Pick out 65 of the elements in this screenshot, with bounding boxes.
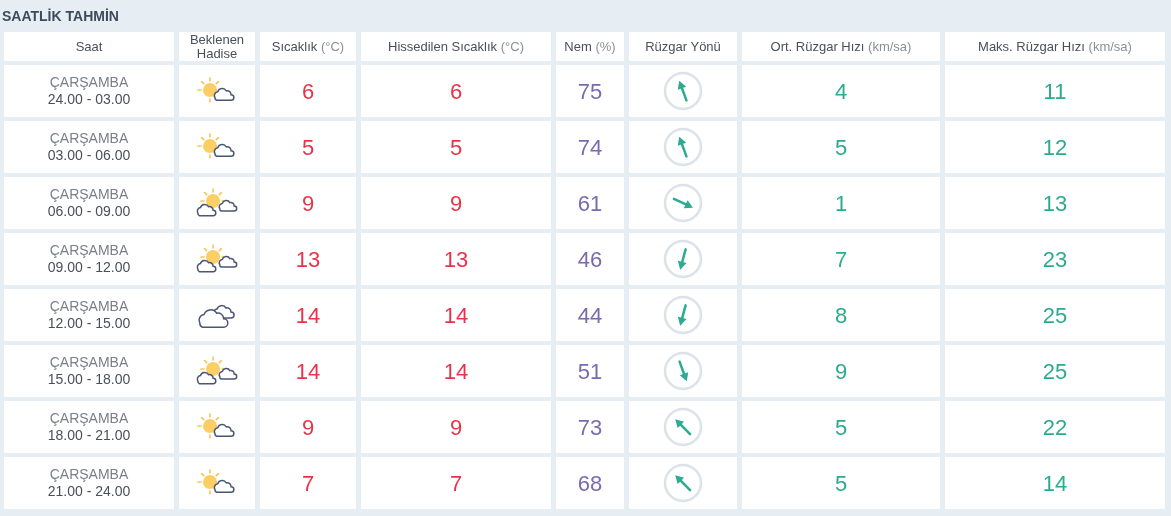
day-label: ÇARŞAMBA — [49, 186, 129, 203]
max-wind-speed-value: 14 — [1042, 469, 1068, 498]
humidity-value: 44 — [577, 301, 603, 330]
column-header: Maks. Rüzgar Hızı (km/sa) — [945, 32, 1165, 61]
wind-speed-value: 9 — [834, 357, 848, 386]
time-range: 09.00 - 12.00 — [47, 259, 131, 276]
day-label: ÇARŞAMBA — [49, 74, 129, 91]
humidity-value: 73 — [577, 413, 603, 442]
max-wind-speed-value: 12 — [1042, 133, 1068, 162]
temperature-value: 14 — [295, 301, 321, 330]
temperature-value: 9 — [301, 413, 315, 442]
day-label: ÇARŞAMBA — [49, 242, 129, 259]
max-wind-speed-value: 25 — [1042, 357, 1068, 386]
time-range: 18.00 - 21.00 — [47, 427, 131, 444]
time-range: 03.00 - 06.00 — [47, 147, 131, 164]
time-range: 06.00 - 09.00 — [47, 203, 131, 220]
temperature-value: 9 — [301, 189, 315, 218]
time-range: 15.00 - 18.00 — [47, 371, 131, 388]
wind-speed-value: 5 — [834, 469, 848, 498]
time-range: 21.00 - 24.00 — [47, 483, 131, 500]
column-header: Saat — [4, 32, 174, 61]
temperature-value: 6 — [301, 77, 315, 106]
humidity-value: 75 — [577, 77, 603, 106]
feels-like-value: 7 — [449, 469, 463, 498]
humidity-value: 68 — [577, 469, 603, 498]
humidity-value: 46 — [577, 245, 603, 274]
wind-speed-value: 4 — [834, 77, 848, 106]
feels-like-value: 14 — [443, 301, 469, 330]
max-wind-speed-value: 25 — [1042, 301, 1068, 330]
column-header: Hissedilen Sıcaklık (°C) — [361, 32, 551, 61]
humidity-value: 74 — [577, 133, 603, 162]
max-wind-speed-value: 22 — [1042, 413, 1068, 442]
temperature-value: 7 — [301, 469, 315, 498]
humidity-value: 51 — [577, 357, 603, 386]
humidity-value: 61 — [577, 189, 603, 218]
feels-like-value: 13 — [443, 245, 469, 274]
temperature-value: 5 — [301, 133, 315, 162]
column-header: Rüzgar Yönü — [629, 32, 737, 61]
temperature-value: 13 — [295, 245, 321, 274]
wind-speed-value: 8 — [834, 301, 848, 330]
max-wind-speed-value: 13 — [1042, 189, 1068, 218]
max-wind-speed-value: 11 — [1043, 77, 1067, 106]
wind-speed-value: 1 — [834, 189, 848, 218]
wind-speed-value: 5 — [834, 133, 848, 162]
wind-speed-value: 5 — [834, 413, 848, 442]
wind-speed-value: 7 — [834, 245, 848, 274]
day-label: ÇARŞAMBA — [49, 466, 129, 483]
column-header: Beklenen Hadise — [179, 32, 255, 61]
time-range: 12.00 - 15.00 — [47, 315, 131, 332]
feels-like-value: 9 — [449, 189, 463, 218]
feels-like-value: 6 — [449, 77, 463, 106]
temperature-value: 14 — [295, 357, 321, 386]
feels-like-value: 9 — [449, 413, 463, 442]
time-range: 24.00 - 03.00 — [47, 91, 131, 108]
day-label: ÇARŞAMBA — [49, 298, 129, 315]
feels-like-value: 5 — [449, 133, 463, 162]
max-wind-speed-value: 23 — [1042, 245, 1068, 274]
column-header: Ort. Rüzgar Hızı (km/sa) — [742, 32, 940, 61]
day-label: ÇARŞAMBA — [49, 410, 129, 427]
day-label: ÇARŞAMBA — [49, 354, 129, 371]
column-header: Sıcaklık (°C) — [260, 32, 356, 61]
section-title: SAATLİK TAHMİN — [2, 6, 120, 26]
column-header: Nem (%) — [556, 32, 624, 61]
feels-like-value: 14 — [443, 357, 469, 386]
day-label: ÇARŞAMBA — [49, 130, 129, 147]
